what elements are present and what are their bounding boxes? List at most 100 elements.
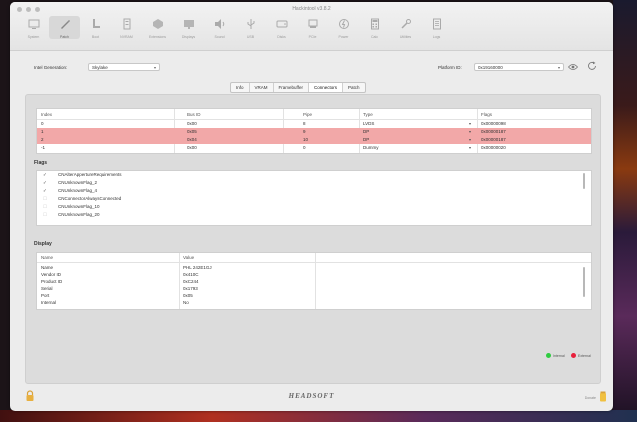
toolbar-label: Power [338,35,349,39]
connector-flags: 0x00000098 [481,121,506,126]
column-header-value[interactable]: Value [183,254,194,262]
toolbar-item-patch[interactable]: Patch [49,16,80,39]
flag-label: CNAlterAppertureRequirements [58,172,122,177]
chevron-down-icon[interactable]: ▾ [469,128,471,136]
connector-flags: 0x00000020 [481,145,506,150]
connector-type: Dummy [363,145,379,150]
pencil-icon [58,16,72,32]
connector-type: LVDS [363,121,375,126]
column-header-bus-id[interactable]: Bus ID [187,111,201,119]
toolbar-item-utilities[interactable]: Utilities [390,16,421,39]
donate-button[interactable]: Donate [585,391,607,404]
toolbar-label: Utilities [399,35,412,39]
toolbar-item-logs[interactable]: Logs [421,16,452,39]
table-row[interactable]: -1 0x00 0 Dummy ▾ 0x00000020 [37,144,591,152]
bottom-bar: HEADSOFT Donate [10,383,613,411]
internal-dot-icon [546,353,551,358]
chevron-down-icon: ▾ [557,65,560,70]
flag-item[interactable]: ✓ CNAlterAppertureRequirements [43,171,122,179]
connector-pipe: 8 [303,121,306,126]
flag-item[interactable]: ☐ CNUnknownFlag_20 [43,211,100,219]
checkbox-unchecked-icon[interactable]: ☐ [43,203,48,211]
toolbar-item-sound[interactable]: Sound [204,16,235,39]
tab-framebuffer[interactable]: Framebuffer [274,83,309,92]
column-header-pipe[interactable]: Pipe [303,111,312,119]
donate-jar-icon [599,391,607,404]
chevron-down-icon[interactable]: ▾ [469,120,471,128]
toolbar-label: NVRAM [120,35,133,39]
connector-pipe: 0 [303,145,306,150]
toolbar-label: Logs [432,35,441,39]
desktop-background-bottom [0,410,637,422]
display-field-name: Internal [41,300,57,305]
toolbar-item-extensions[interactable]: Extensions [142,16,173,39]
toolbar-item-calc[interactable]: Calc [359,16,390,39]
legend-external: External [571,353,591,358]
toolbar-item-pcie[interactable]: PCIe [297,16,328,39]
checkbox-checked-icon[interactable]: ✓ [43,179,48,187]
tab-info[interactable]: Info [231,83,250,92]
pcie-icon [306,16,320,32]
flags-scrollbar[interactable] [583,173,585,189]
intel-generation-value: Skylake [92,65,108,70]
table-header: Name Value [37,254,591,263]
checkbox-checked-icon[interactable]: ✓ [43,187,48,195]
desktop-background [613,0,637,422]
tab-connectors[interactable]: Connectors [308,83,343,92]
toolbar-label: Disks [277,35,286,39]
connector-pipe: 9 [303,129,306,134]
extensions-icon [151,16,165,32]
table-row[interactable]: 0 0x00 8 LVDS ▾ 0x00000098 [37,120,591,128]
toolbar-item-boot[interactable]: Boot [80,16,111,39]
toolbar-label: Calc [370,35,378,39]
connector-index: -1 [41,145,46,150]
toolbar-item-disks[interactable]: Disks [266,16,297,39]
table-row[interactable]: 2 0x04 10 DP ▾ 0x00000187 [37,136,591,144]
tab-vram[interactable]: VRAM [250,83,274,92]
column-header-index[interactable]: Index [41,111,52,119]
tab-patch[interactable]: Patch [343,83,365,92]
platform-id-select[interactable]: 0x19160000 ▾ [474,63,564,71]
table-row[interactable]: Internal No [37,299,591,307]
flags-section-title: Flags [34,160,48,166]
checkbox-unchecked-icon[interactable]: ☐ [43,195,48,203]
toolbar-label: Patch [60,35,69,39]
column-header-type[interactable]: Type [363,111,373,119]
connector-index: 0 [41,121,44,126]
chevron-down-icon[interactable]: ▾ [469,144,471,152]
refresh-icon[interactable] [587,61,597,71]
checkbox-checked-icon[interactable]: ✓ [43,171,48,179]
chevron-down-icon[interactable]: ▾ [469,136,471,144]
toolbar-label: Boot [91,35,100,39]
chevron-down-icon: ▾ [153,65,156,70]
column-header-name[interactable]: Name [41,254,53,262]
flag-item[interactable]: ☐ CNUnknownFlag_10 [43,203,100,211]
checkbox-unchecked-icon[interactable]: ☐ [43,211,48,219]
column-header-flags[interactable]: Flags [481,111,492,119]
display-scrollbar[interactable] [583,267,585,297]
connectors-panel: Index Bus ID Pipe Type Flags 0 0x00 8 LV… [25,94,601,384]
toolbar-item-power[interactable]: Power [328,16,359,39]
toolbar-item-displays[interactable]: Displays [173,16,204,39]
eye-icon[interactable] [568,62,578,72]
platform-id-value: 0x19160000 [478,65,503,70]
intel-generation-select[interactable]: Skylake ▾ [88,63,160,71]
connector-type: DP [363,137,370,142]
table-row[interactable]: 1 0x05 9 DP ▾ 0x00000187 [37,128,591,136]
toolbar-item-nvram[interactable]: NVRAM [111,16,142,39]
toolbar-item-system[interactable]: System [18,16,49,39]
platform-id-label: Platform ID: [438,65,462,70]
toolbar-item-usb[interactable]: USB [235,16,266,39]
flag-label: CNUnknownFlag_2 [58,180,98,185]
flag-item[interactable]: ✓ CNUnknownFlag_2 [43,179,97,187]
connectors-table: Index Bus ID Pipe Type Flags 0 0x00 8 LV… [36,108,592,154]
legend-internal-label: Internal [553,353,565,358]
toolbar-label: Sound [214,35,225,39]
monitor-icon [27,16,41,32]
flag-label: CNConnectorAlwaysConnected [58,196,122,201]
flag-item[interactable]: ☐ CNConnectorAlwaysConnected [43,195,121,203]
flag-item[interactable]: ✓ CNUnknownFlag_4 [43,187,97,195]
patch-content: Intel Generation: Skylake ▾ Platform ID:… [10,51,613,411]
wrench-icon [399,16,413,32]
display-table: Name Value Name PHL 242E1GJ Vendor ID 0x… [36,252,592,310]
